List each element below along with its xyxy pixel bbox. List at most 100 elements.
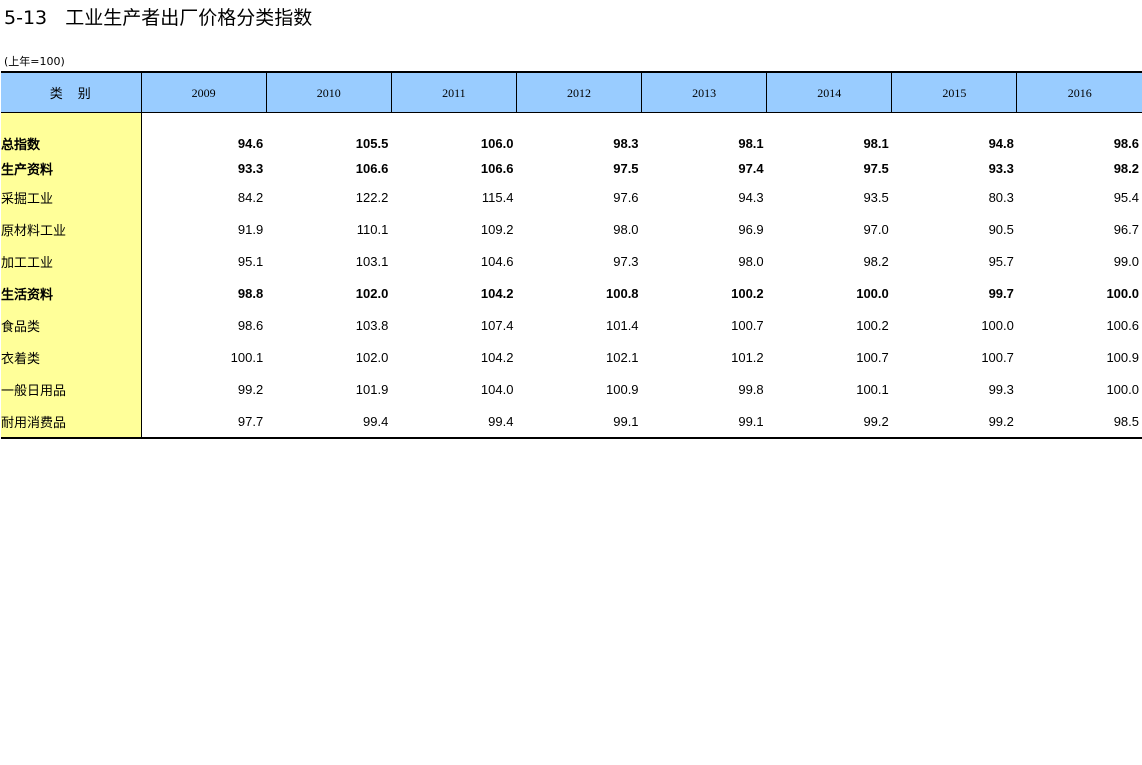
year-column-header: 2010 <box>265 71 392 113</box>
table-row: 衣着类 100.1 102.0 104.2 102.1 101.2 100.7 … <box>1 341 1142 373</box>
value-cell: 99.4 <box>391 405 517 439</box>
value-cell: 100.0 <box>1106 285 1139 301</box>
category-cell: 衣着类 <box>1 341 142 373</box>
category-cell: 生产资料 <box>1 156 142 181</box>
value-cell: 100.1 <box>856 381 889 397</box>
value-cell: 99.7 <box>988 285 1014 301</box>
value-cell: 100.0 <box>981 317 1014 333</box>
value-cell: 106.0 <box>480 135 514 151</box>
value-cell: 103.1 <box>355 253 389 269</box>
value-cell: 98.6 <box>237 317 264 333</box>
category-cell: 总指数 <box>1 130 142 156</box>
year-column-header: 2016 <box>1016 71 1142 113</box>
value-cell: 101.9 <box>355 381 389 397</box>
value-cell: 106.6 <box>480 161 514 176</box>
table-row: 耐用消费品 97.7 99.4 99.4 99.1 99.1 99.2 99.2… <box>1 405 1142 439</box>
value-cell: 93.5 <box>863 189 889 205</box>
category-cell: 耐用消费品 <box>1 405 142 439</box>
value-cell: 93.3 <box>988 161 1014 176</box>
value-cell: 95.7 <box>988 253 1014 269</box>
table-row: 总指数 94.6 105.5 106.0 98.3 98.1 98.1 94.8… <box>1 130 1142 156</box>
value-cell: 98.8 <box>237 285 264 301</box>
value-cell: 97.4 <box>738 161 764 176</box>
category-cell: 生活资料 <box>1 277 142 309</box>
category-cell: 加工工业 <box>1 245 142 277</box>
value-cell: 98.5 <box>1016 405 1142 439</box>
value-cell: 97.7 <box>141 405 267 439</box>
value-cell: 100.0 <box>1106 381 1139 397</box>
value-cell: 98.1 <box>738 135 764 151</box>
value-cell: 99.3 <box>988 381 1014 397</box>
value-cell: 100.9 <box>1106 349 1139 365</box>
value-cell: 98.2 <box>1113 161 1139 176</box>
table-row: 原材料工业 91.9 110.1 109.2 98.0 96.9 97.0 90… <box>1 213 1142 245</box>
year-column-header: 2015 <box>891 71 1017 113</box>
value-cell: 100.1 <box>230 349 264 365</box>
value-cell: 80.3 <box>988 189 1014 205</box>
year-column-header: 2013 <box>641 71 767 113</box>
value-cell: 103.8 <box>355 317 389 333</box>
value-cell: 99.2 <box>891 405 1017 439</box>
value-cell: 104.2 <box>480 285 514 301</box>
category-cell: 一般日用品 <box>1 373 142 405</box>
table-row: 采掘工业 84.2 122.2 115.4 97.6 94.3 93.5 80.… <box>1 181 1142 213</box>
value-cell: 95.4 <box>1113 189 1139 205</box>
value-cell: 98.0 <box>738 253 764 269</box>
value-cell: 91.9 <box>237 221 264 237</box>
value-cell: 96.9 <box>738 221 764 237</box>
value-cell: 97.5 <box>613 161 639 176</box>
value-cell: 99.2 <box>237 381 264 397</box>
value-cell: 99.4 <box>266 405 392 439</box>
year-column-header: 2011 <box>390 71 517 113</box>
table-row: 一般日用品 99.2 101.9 104.0 100.9 99.8 100.1 … <box>1 373 1142 405</box>
value-cell: 104.6 <box>480 253 514 269</box>
table-row: 加工工业 95.1 103.1 104.6 97.3 98.0 98.2 95.… <box>1 245 1142 277</box>
value-cell: 102.1 <box>606 349 639 365</box>
value-cell: 98.0 <box>613 221 639 237</box>
value-cell: 100.2 <box>856 317 889 333</box>
table-header: 类 别 2009 2010 2011 2012 2013 2014 2015 2… <box>1 71 1142 113</box>
value-cell: 98.3 <box>613 135 639 151</box>
unit-note: (上年=100) <box>4 55 65 68</box>
value-cell: 84.2 <box>237 189 264 205</box>
value-cell: 122.2 <box>355 189 389 205</box>
value-cell: 100.9 <box>606 381 639 397</box>
page-title: 5-13 工业生产者出厂价格分类指数 <box>4 7 313 29</box>
value-cell: 101.4 <box>606 317 639 333</box>
value-cell: 100.7 <box>981 349 1014 365</box>
value-cell: 99.2 <box>766 405 892 439</box>
value-cell: 97.3 <box>613 253 639 269</box>
table-row: 生活资料 98.8 102.0 104.2 100.8 100.2 100.0 … <box>1 277 1142 309</box>
value-cell: 105.5 <box>355 135 389 151</box>
value-cell: 102.0 <box>355 349 389 365</box>
value-cell: 109.2 <box>480 221 514 237</box>
value-cell: 94.8 <box>988 135 1014 151</box>
value-cell: 106.6 <box>355 161 389 176</box>
value-cell: 98.2 <box>863 253 889 269</box>
table-row: 食品类 98.6 103.8 107.4 101.4 100.7 100.2 1… <box>1 309 1142 341</box>
value-cell: 104.2 <box>480 349 514 365</box>
value-cell: 100.7 <box>856 349 889 365</box>
value-cell: 98.1 <box>863 135 889 151</box>
value-cell: 100.8 <box>606 285 639 301</box>
value-cell: 96.7 <box>1113 221 1139 237</box>
value-cell: 100.7 <box>731 317 764 333</box>
value-cell: 115.4 <box>481 189 514 205</box>
value-cell: 95.1 <box>237 253 264 269</box>
year-column-header: 2012 <box>515 71 642 113</box>
value-cell: 100.2 <box>731 285 764 301</box>
year-column-header: 2009 <box>140 71 267 113</box>
value-cell: 101.2 <box>731 349 764 365</box>
value-cell: 99.8 <box>738 381 764 397</box>
year-column-header: 2014 <box>766 71 892 113</box>
value-cell: 97.6 <box>613 189 639 205</box>
value-cell: 99.0 <box>1113 253 1139 269</box>
value-cell: 102.0 <box>355 285 389 301</box>
value-cell: 94.3 <box>738 189 764 205</box>
category-cell: 食品类 <box>1 309 142 341</box>
value-cell: 110.1 <box>356 221 389 237</box>
value-cell: 97.5 <box>863 161 889 176</box>
value-cell: 90.5 <box>988 221 1014 237</box>
header-row: 类 别 2009 2010 2011 2012 2013 2014 2015 2… <box>1 71 1142 113</box>
value-cell: 100.0 <box>856 285 889 301</box>
